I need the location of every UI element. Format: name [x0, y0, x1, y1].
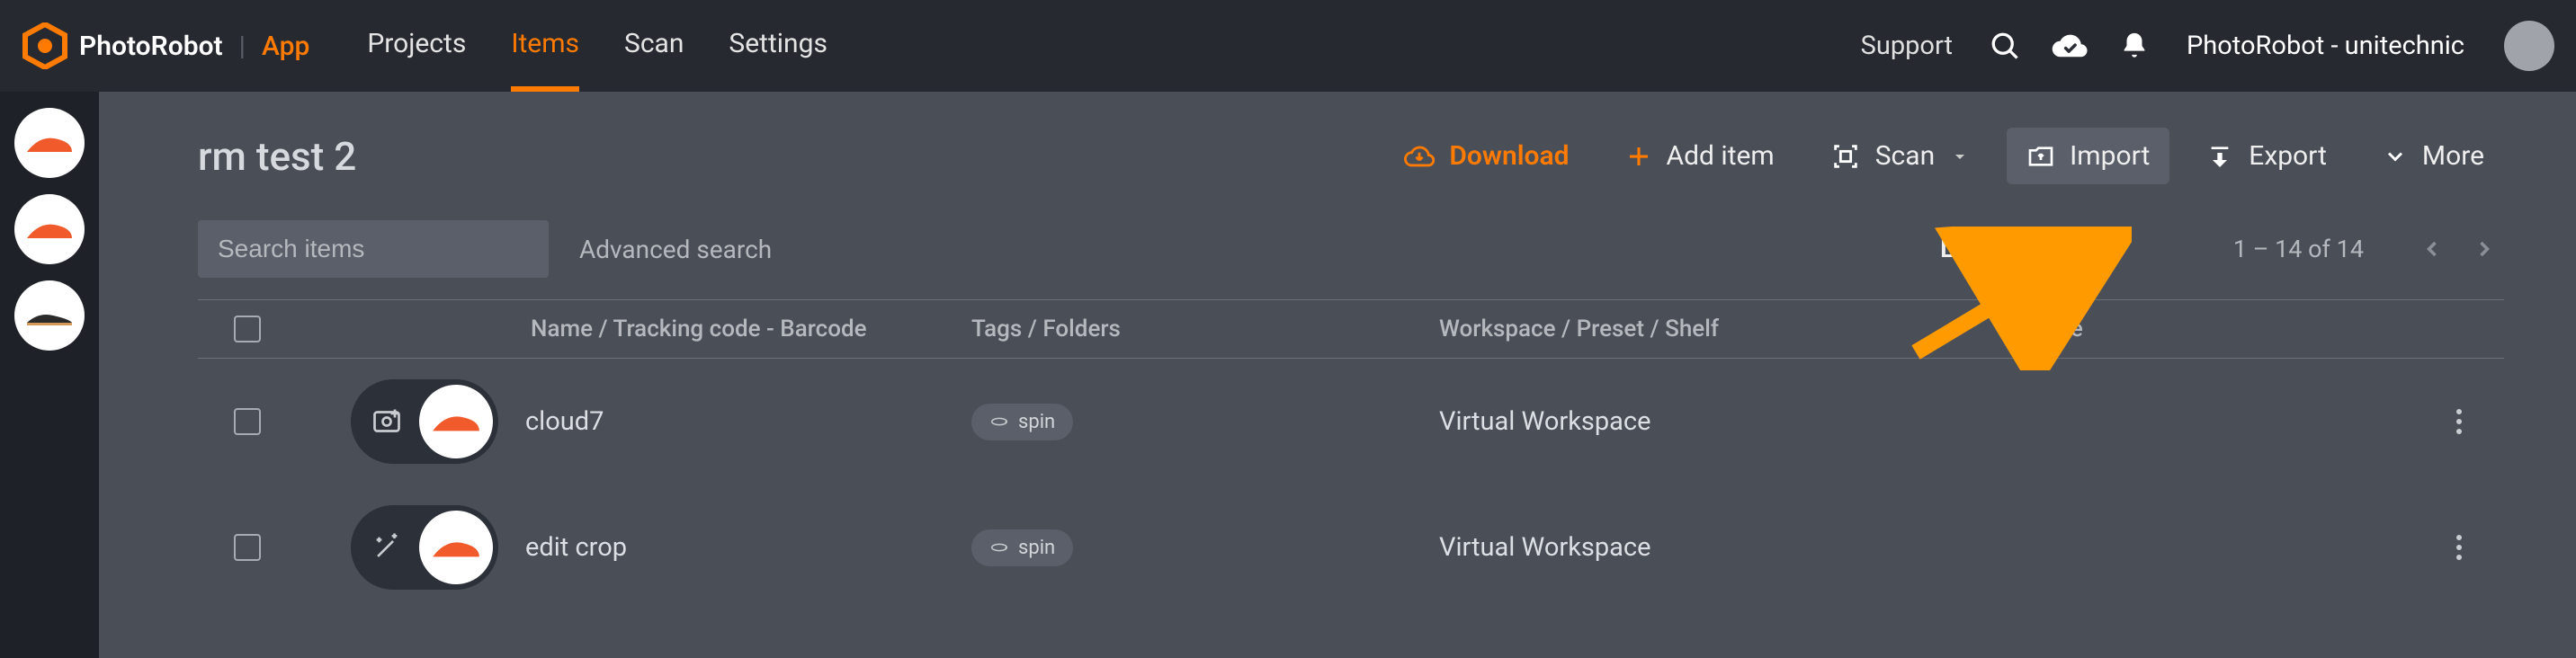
pager-next[interactable] — [2464, 229, 2504, 269]
pager-range: 1 – 14 of 14 — [2233, 235, 2364, 263]
chevron-down-icon — [2109, 238, 2131, 260]
more-button[interactable]: More — [2363, 128, 2504, 184]
table-header: Name / Tracking code - Barcode Tags / Fo… — [198, 299, 2504, 359]
download-label: Download — [1449, 140, 1569, 172]
col-workspace[interactable]: Workspace / Preset / Shelf — [1439, 316, 2033, 342]
nav-projects[interactable]: Projects — [367, 1, 466, 92]
main-content: rm test 2 Download Add item Scan Import … — [99, 92, 2576, 658]
col-name[interactable]: Name / Tracking code - Barcode — [297, 316, 971, 342]
item-media[interactable] — [351, 379, 498, 464]
import-label: Import — [2070, 140, 2150, 172]
item-workspace: Virtual Workspace — [1439, 532, 2033, 563]
table-row[interactable]: edit crop spin Virtual Workspace — [198, 485, 2504, 610]
add-item-label: Add item — [1667, 140, 1775, 172]
col-tags[interactable]: Tags / Folders — [971, 316, 1439, 342]
sort-label: Last modified — [1940, 234, 2100, 264]
chevron-down-icon — [1949, 146, 1971, 167]
rail-thumb-2[interactable] — [14, 194, 85, 264]
page-title: rm test 2 — [198, 133, 356, 180]
user-name[interactable]: PhotoRobot - unitechnic — [2187, 31, 2464, 61]
tag-chip[interactable]: spin — [971, 404, 1073, 440]
download-button[interactable]: Download — [1384, 128, 1588, 184]
search-box[interactable] — [198, 220, 549, 278]
rail-thumb-1[interactable] — [14, 108, 85, 178]
item-name: cloud7 — [525, 406, 604, 437]
table-row[interactable]: cloud7 spin Virtual Workspace — [198, 359, 2504, 485]
export-button[interactable]: Export — [2186, 128, 2347, 184]
item-name: edit crop — [525, 532, 627, 563]
tag-label: spin — [1018, 537, 1055, 559]
row-checkbox[interactable] — [234, 534, 261, 561]
row-actions-button[interactable] — [2441, 529, 2477, 565]
import-button[interactable]: Import — [2007, 128, 2169, 184]
left-rail — [0, 92, 99, 658]
search-icon[interactable] — [1983, 24, 2026, 67]
search-input[interactable] — [218, 235, 542, 263]
main-nav: Projects Items Scan Settings — [367, 1, 827, 92]
advanced-search-link[interactable]: Advanced search — [579, 235, 772, 264]
rail-thumb-3[interactable] — [14, 280, 85, 351]
nav-scan[interactable]: Scan — [624, 1, 684, 92]
top-bar: PhotoRobot | App Projects Items Scan Set… — [0, 0, 2576, 92]
more-label: More — [2422, 140, 2484, 172]
brand-app: App — [262, 31, 309, 62]
pager-prev[interactable] — [2412, 229, 2452, 269]
add-item-button[interactable]: Add item — [1606, 128, 1794, 184]
magic-wand-icon — [367, 528, 407, 567]
item-thumb — [419, 385, 493, 458]
item-media[interactable] — [351, 505, 498, 590]
export-label: Export — [2249, 140, 2327, 172]
item-thumb — [419, 511, 493, 584]
title-bar: rm test 2 Download Add item Scan Import … — [198, 128, 2504, 184]
select-all-checkbox[interactable] — [234, 316, 261, 342]
support-link[interactable]: Support — [1861, 31, 1953, 61]
tag-chip[interactable]: spin — [971, 529, 1073, 566]
item-workspace: Virtual Workspace — [1439, 406, 2033, 437]
brand[interactable]: PhotoRobot | App — [22, 22, 309, 69]
scan-button[interactable]: Scan — [1811, 128, 1990, 184]
sort-dropdown[interactable]: Last modified — [1940, 234, 2131, 264]
spin-3d-icon — [989, 412, 1009, 431]
row-actions-button[interactable] — [2441, 404, 2477, 440]
bell-icon[interactable] — [2113, 24, 2156, 67]
user-avatar[interactable] — [2504, 21, 2554, 71]
scan-label: Scan — [1875, 140, 1935, 172]
add-photo-icon — [367, 402, 407, 441]
tag-label: spin — [1018, 411, 1055, 433]
nav-settings[interactable]: Settings — [729, 1, 827, 92]
col-note[interactable]: Note — [2033, 316, 2414, 342]
nav-items[interactable]: Items — [511, 1, 579, 92]
spin-3d-icon — [989, 538, 1009, 557]
brand-logo-icon — [22, 22, 68, 69]
cloud-done-icon[interactable] — [2048, 24, 2091, 67]
brand-separator: | — [239, 31, 246, 62]
brand-name: PhotoRobot — [79, 31, 223, 62]
search-row: Advanced search Last modified 1 – 14 of … — [198, 220, 2504, 278]
row-checkbox[interactable] — [234, 408, 261, 435]
